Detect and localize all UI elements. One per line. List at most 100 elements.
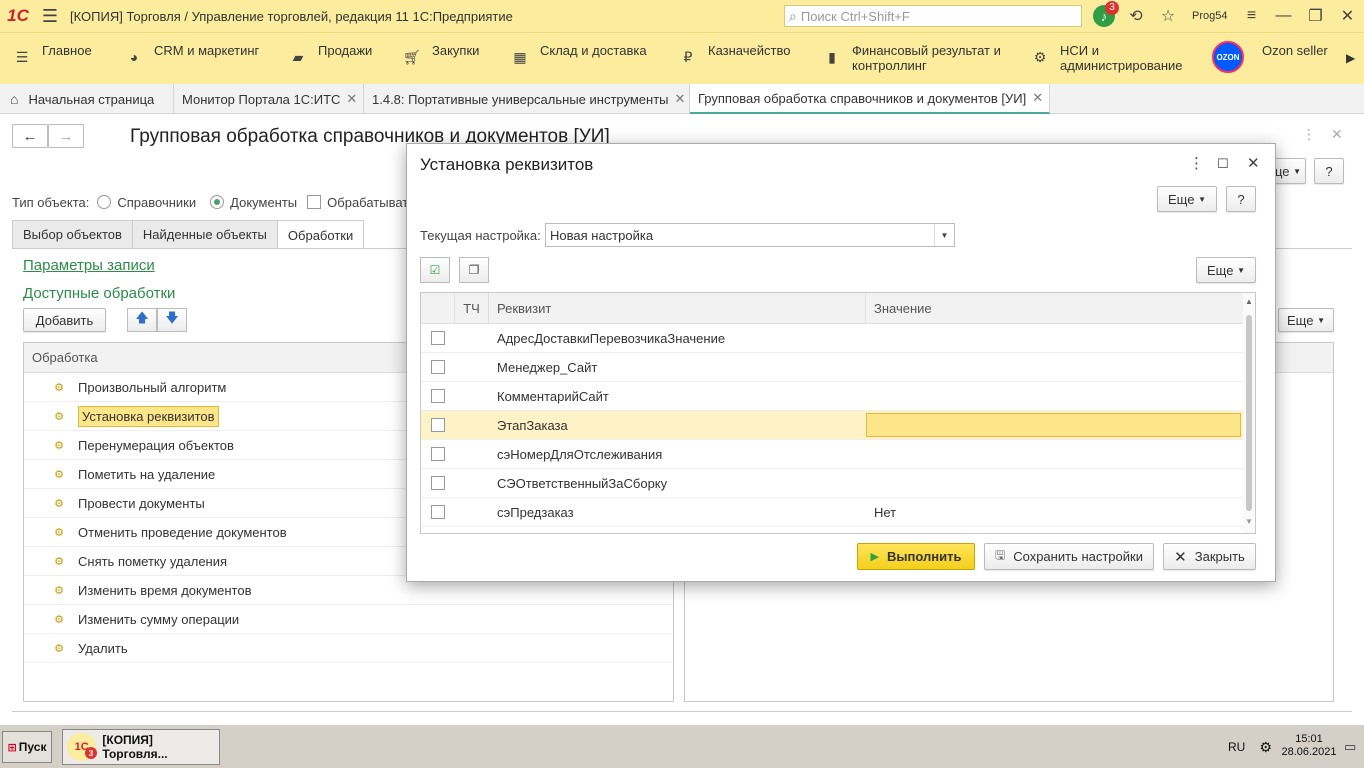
list-item[interactable]: ⚙ Удалить [24, 634, 673, 663]
write-params-link[interactable]: Параметры записи [23, 257, 155, 274]
dialog-more-icon[interactable]: ⋮ [1189, 154, 1204, 172]
scroll-down-icon[interactable]: ▼ [1245, 517, 1253, 526]
dialog-close-icon[interactable]: ✕ [1247, 154, 1260, 172]
tab-group-processing[interactable]: Групповая обработка справочников и докум… [690, 84, 1050, 114]
chevron-down-icon[interactable]: ▼ [934, 224, 954, 246]
table-scrollbar[interactable]: ▲ ▼ [1243, 293, 1255, 533]
close-form-icon[interactable]: ✕ [1331, 126, 1343, 143]
scroll-right-icon[interactable]: ▶ [1346, 51, 1355, 65]
settings-sliders-icon[interactable]: ≡ [1235, 0, 1267, 32]
section-admin[interactable]: ⚙ НСИ и администрирование [1028, 33, 1190, 85]
close-tab-icon[interactable]: ✕ [346, 91, 357, 107]
object-type-label: Тип объекта: [12, 194, 90, 210]
gear-icon: ⚙ [1033, 48, 1047, 65]
processing-icon: ⚙ [54, 410, 64, 423]
right-more-button[interactable]: Еще ▼ [1278, 308, 1334, 332]
row-checkbox[interactable] [431, 360, 445, 374]
dialog-help-button[interactable]: ? [1226, 186, 1256, 212]
section-purchases[interactable]: 🛒︎ Закупки [400, 33, 479, 85]
row-attribute: АдресДоставкиПеревозчикаЗначение [497, 330, 726, 346]
row-checkbox[interactable] [431, 447, 445, 461]
add-button[interactable]: Добавить [23, 308, 106, 332]
app-title: [КОПИЯ] Торговля / Управление торговлей,… [70, 8, 513, 24]
uncheck-all-button[interactable]: ❐ [459, 257, 489, 283]
taskbar-app-1c[interactable]: 1С 3 [КОПИЯ] Торговля... [62, 729, 220, 765]
table-row[interactable]: Менеджер_Сайт [421, 353, 1255, 382]
radio-catalogs[interactable] [97, 195, 112, 209]
favorites-star-icon[interactable]: ☆ [1152, 0, 1184, 32]
button-label: Выполнить [887, 549, 962, 564]
start-button[interactable]: ⊞ Пуск [2, 731, 52, 763]
current-setting-select[interactable]: Новая настройка ▼ [545, 223, 955, 247]
row-value[interactable] [866, 382, 1255, 410]
section-finance[interactable]: ▮ Финансовый результат и контроллинг [820, 33, 1012, 85]
col-value[interactable]: Значение [866, 293, 1255, 323]
language-indicator[interactable]: RU [1228, 740, 1245, 754]
tab-found-objects[interactable]: Найденные объекты [131, 220, 278, 248]
main-menu-icon[interactable]: ☰ [36, 0, 64, 32]
close-button[interactable]: ✕ Закрыть [1163, 543, 1256, 570]
move-up-button[interactable]: 🡅 [127, 308, 157, 332]
history-icon[interactable]: ⟲ [1120, 0, 1152, 32]
table-row[interactable]: КомментарийСайт [421, 382, 1255, 411]
row-checkbox[interactable] [431, 389, 445, 403]
system-tray: RU ⚙ [1228, 725, 1272, 768]
row-value[interactable]: Нет [866, 498, 1255, 526]
tab-its-monitor[interactable]: Монитор Портала 1С:ИТС ✕ [174, 84, 364, 114]
section-crm[interactable]: ◕ CRM и маркетинг [122, 33, 260, 85]
row-value[interactable] [866, 353, 1255, 381]
minimize-icon[interactable]: — [1267, 0, 1299, 32]
main-help-button[interactable]: ? [1314, 158, 1344, 184]
dialog-more-button[interactable]: Еще ▼ [1157, 186, 1217, 212]
show-desktop-icon[interactable]: ▭ [1344, 739, 1356, 755]
button-label: Сохранить настройки [1013, 549, 1143, 564]
execute-button[interactable]: ▶ Выполнить [857, 543, 975, 570]
check-all-button[interactable]: ☑ [420, 257, 450, 283]
col-attribute[interactable]: Реквизит [489, 293, 866, 323]
close-tab-icon[interactable]: ✕ [1032, 90, 1043, 106]
row-value[interactable] [866, 469, 1255, 497]
section-ozon[interactable]: OZON Ozon seller [1212, 33, 1328, 85]
forward-button[interactable]: → [48, 124, 84, 148]
table-row[interactable]: сэПредзаказ Нет [421, 498, 1255, 527]
tray-settings-icon[interactable]: ⚙ [1259, 739, 1272, 756]
global-search-input[interactable]: ⌕ Поиск Ctrl+Shift+F [784, 5, 1082, 27]
grid-more-button[interactable]: Еще ▼ [1196, 257, 1256, 283]
section-treasury[interactable]: ₽ Казначейство [676, 33, 791, 85]
table-row[interactable]: АдресДоставкиПеревозчикаЗначение [421, 324, 1255, 353]
tab-portable-tools[interactable]: 1.4.8: Портативные универсальные инструм… [364, 84, 690, 114]
save-settings-button[interactable]: 🖫 Сохранить настройки [984, 543, 1154, 570]
notifications-button[interactable]: ♪ 3 [1088, 0, 1120, 32]
row-checkbox[interactable] [431, 418, 445, 432]
close-tab-icon[interactable]: ✕ [675, 91, 686, 107]
process-checkbox[interactable] [307, 195, 322, 209]
list-item[interactable]: ⚙ Изменить сумму операции [24, 605, 673, 634]
tab-home[interactable]: ⌂ Начальная страница [0, 84, 174, 114]
row-value[interactable] [866, 440, 1255, 468]
dialog-maximize-icon[interactable]: ☐ [1217, 156, 1229, 172]
radio-documents[interactable] [210, 195, 225, 209]
row-value[interactable] [866, 324, 1255, 352]
row-checkbox[interactable] [431, 476, 445, 490]
clock[interactable]: 15:01 28.06.2021 [1278, 733, 1340, 759]
scroll-up-icon[interactable]: ▲ [1245, 297, 1253, 306]
section-main[interactable]: ☰ Главное [10, 33, 92, 85]
scroll-thumb[interactable] [1246, 315, 1252, 511]
section-sales[interactable]: ▰ Продажи [286, 33, 373, 85]
restore-icon[interactable]: ❐ [1299, 0, 1331, 32]
section-warehouse[interactable]: ▦ Склад и доставка [508, 33, 646, 85]
tab-processing[interactable]: Обработки [276, 220, 365, 249]
row-checkbox[interactable] [431, 331, 445, 345]
table-row-selected[interactable]: ЭтапЗаказа [421, 411, 1255, 440]
close-window-icon[interactable]: ✕ [1331, 0, 1363, 32]
move-down-button[interactable]: 🡇 [157, 308, 187, 332]
bar-chart-icon: ▮ [828, 48, 836, 65]
row-value-input[interactable] [866, 413, 1241, 437]
back-button[interactable]: ← [12, 124, 48, 148]
row-checkbox[interactable] [431, 505, 445, 519]
tab-select-objects[interactable]: Выбор объектов [12, 220, 133, 248]
table-row[interactable]: сэНомерДляОтслеживания [421, 440, 1255, 469]
current-user[interactable]: Prog54 [1192, 10, 1227, 22]
table-row[interactable]: СЭОтветственныйЗаСборку [421, 469, 1255, 498]
more-actions-icon[interactable]: ⋮ [1302, 126, 1316, 143]
